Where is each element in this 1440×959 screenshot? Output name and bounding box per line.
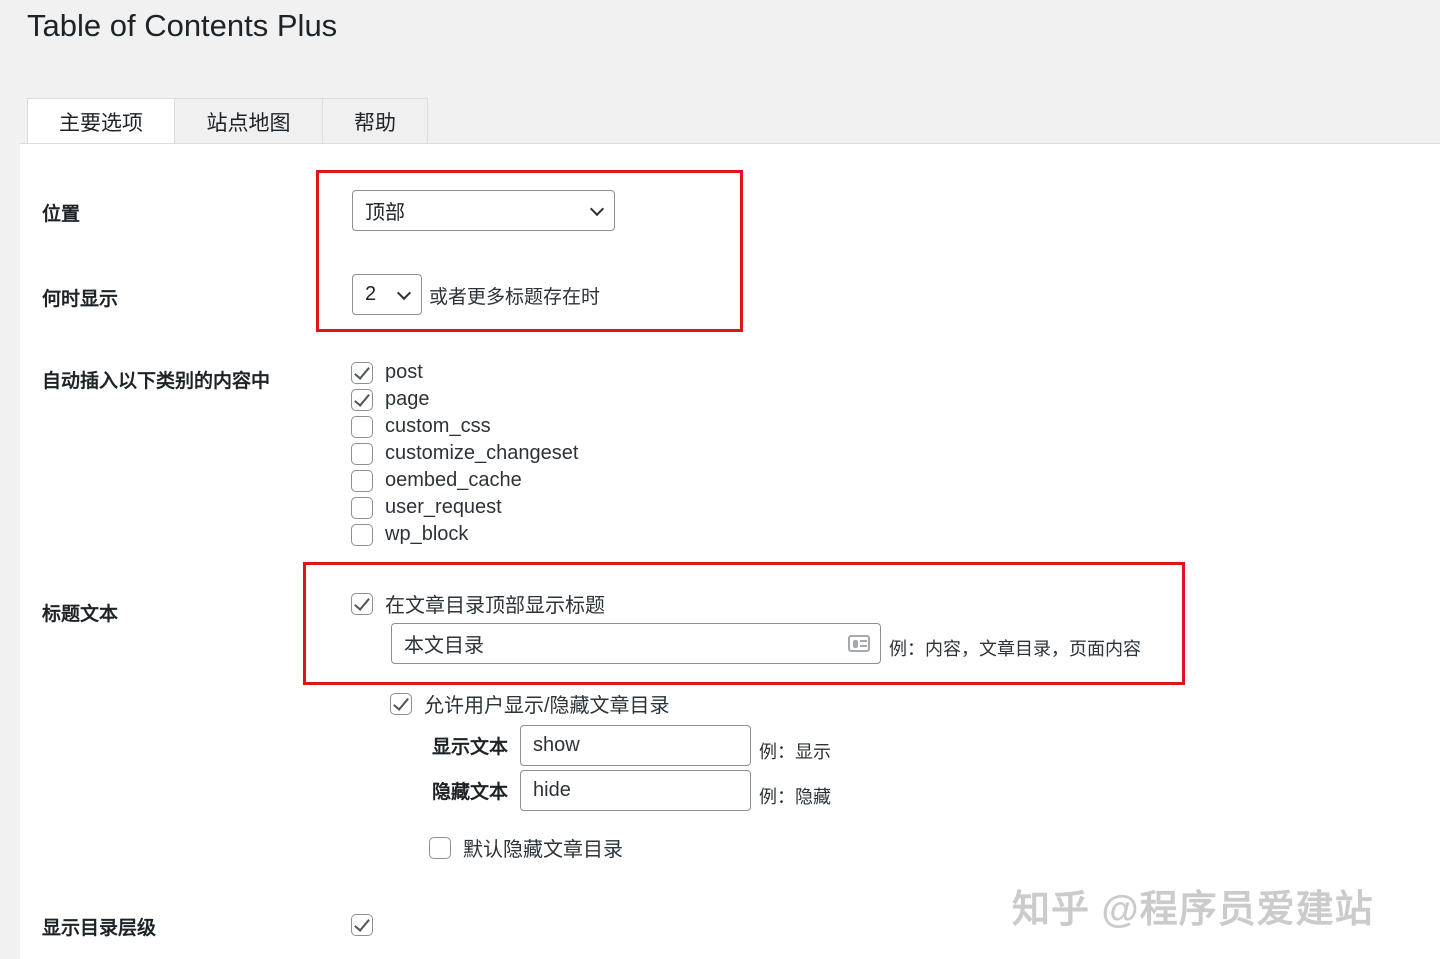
checkbox[interactable]	[351, 469, 373, 492]
checkbox-label: post	[385, 361, 423, 383]
show-text-hint: 例：显示	[759, 742, 831, 762]
show-hierarchy-label: 显示目录层级	[42, 918, 157, 939]
page-title: Table of Contents Plus	[27, 8, 338, 43]
show-hierarchy-option[interactable]	[351, 911, 385, 938]
watermark: 知乎 @程序员爱建站	[1012, 889, 1374, 931]
show-text-value: show	[533, 734, 580, 756]
heading-count-select[interactable]: 2	[352, 274, 422, 315]
tab-sitemap[interactable]: 站点地图	[174, 98, 323, 144]
tab-help[interactable]: 帮助	[322, 98, 428, 144]
hide-default-option[interactable]: 默认隐藏文章目录	[429, 834, 623, 861]
hide-text-hint: 例：隐藏	[759, 787, 831, 807]
checkbox[interactable]	[351, 592, 373, 615]
checkbox[interactable]	[429, 836, 451, 859]
checkbox-label: user_request	[385, 496, 502, 518]
checkbox[interactable]	[390, 692, 412, 715]
title-hint: 例：内容，文章目录，页面内容	[889, 639, 1141, 659]
checkbox-label: oembed_cache	[385, 469, 522, 491]
heading-count-value: 2	[365, 283, 377, 305]
post-type-post[interactable]: post	[351, 359, 578, 386]
checkbox-label: wp_block	[385, 523, 469, 545]
post-type-custom-css[interactable]: custom_css	[351, 413, 578, 440]
chevron-down-icon	[589, 201, 605, 216]
post-type-oembed-cache[interactable]: oembed_cache	[351, 467, 578, 494]
position-label: 位置	[42, 204, 81, 225]
hide-text-input[interactable]: hide	[520, 770, 751, 811]
allow-toggle-option[interactable]: 允许用户显示/隐藏文章目录	[390, 690, 670, 717]
show-title-option[interactable]: 在文章目录顶部显示标题	[351, 590, 605, 617]
show-when-suffix: 或者更多标题存在时	[429, 287, 601, 308]
auto-insert-label: 自动插入以下类别的内容中	[42, 371, 271, 392]
hide-text-value: hide	[533, 779, 571, 801]
post-type-user-request[interactable]: user_request	[351, 494, 578, 521]
contact-card-icon[interactable]	[848, 635, 870, 652]
checkbox-label: customize_changeset	[385, 442, 579, 464]
heading-text-label: 标题文本	[42, 604, 119, 625]
post-type-customize-changeset[interactable]: customize_changeset	[351, 440, 578, 467]
post-type-page[interactable]: page	[351, 386, 578, 413]
show-text-label: 显示文本	[432, 737, 509, 758]
show-when-label: 何时显示	[42, 289, 119, 310]
checkbox[interactable]	[351, 523, 373, 546]
post-type-list: post page custom_css customize_changeset…	[351, 359, 578, 548]
title-text-value: 本文目录	[404, 635, 484, 657]
checkbox-label: page	[385, 388, 430, 410]
checkbox[interactable]	[351, 361, 373, 384]
position-select[interactable]: 顶部	[352, 190, 615, 231]
title-text-input[interactable]: 本文目录	[391, 623, 881, 664]
hide-text-label: 隐藏文本	[432, 782, 509, 803]
show-text-input[interactable]: show	[520, 725, 751, 766]
checkbox[interactable]	[351, 496, 373, 519]
chevron-down-icon	[396, 285, 412, 300]
tab-bar: 主要选项 站点地图 帮助	[27, 98, 428, 145]
checkbox-label: 默认隐藏文章目录	[463, 839, 623, 861]
post-type-wp-block[interactable]: wp_block	[351, 521, 578, 548]
checkbox-label: 在文章目录顶部显示标题	[385, 595, 605, 617]
checkbox-label: 允许用户显示/隐藏文章目录	[424, 695, 670, 717]
tab-main-options[interactable]: 主要选项	[27, 98, 175, 145]
checkbox[interactable]	[351, 388, 373, 411]
checkbox-label: custom_css	[385, 415, 491, 437]
checkbox[interactable]	[351, 415, 373, 438]
checkbox[interactable]	[351, 442, 373, 465]
position-value: 顶部	[365, 202, 405, 224]
checkbox[interactable]	[351, 913, 373, 936]
